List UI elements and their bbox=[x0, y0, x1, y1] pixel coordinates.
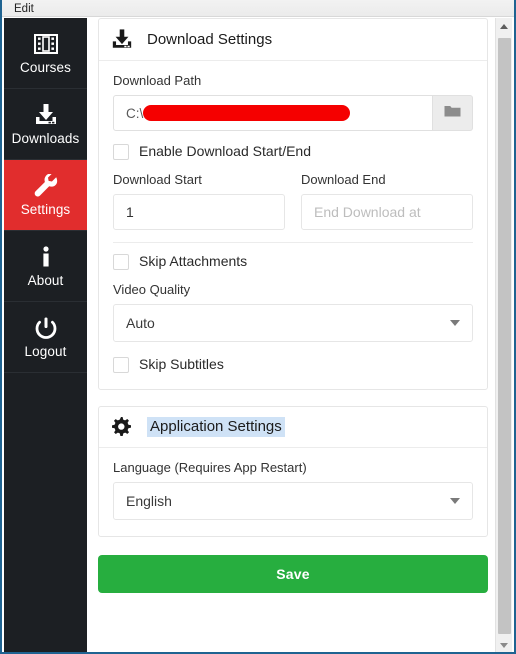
menu-item-edit[interactable]: Edit bbox=[10, 1, 38, 17]
browse-folder-button[interactable] bbox=[433, 95, 473, 131]
skip-attachments-checkbox[interactable] bbox=[113, 253, 129, 270]
chevron-down-icon bbox=[450, 320, 460, 326]
info-icon bbox=[39, 244, 53, 270]
download-start-label: Download Start bbox=[113, 172, 202, 187]
download-path-value: C:\ bbox=[126, 105, 144, 121]
video-quality-select[interactable]: Auto bbox=[113, 304, 473, 342]
chevron-down-icon bbox=[500, 643, 508, 648]
download-end-field: Download End End Download at bbox=[301, 172, 473, 230]
skip-attachments-checkbox-row[interactable]: Skip Attachments bbox=[113, 253, 473, 270]
sidebar-item-logout[interactable]: Logout bbox=[4, 302, 87, 373]
download-end-input[interactable]: End Download at bbox=[301, 194, 473, 230]
sidebar-item-about[interactable]: About bbox=[4, 231, 87, 302]
scrollbar-thumb[interactable] bbox=[498, 38, 511, 634]
settings-content-panel: Download Settings Download Path C:\ Enab… bbox=[87, 18, 499, 652]
vertical-scrollbar[interactable] bbox=[495, 18, 512, 652]
application-settings-body: Language (Requires App Restart) English bbox=[99, 448, 487, 536]
application-settings-card: Application Settings Language (Requires … bbox=[98, 406, 488, 537]
film-icon bbox=[33, 31, 58, 57]
save-button[interactable]: Save bbox=[98, 555, 488, 593]
download-end-label: Download End bbox=[301, 172, 386, 187]
download-path-row: C:\ bbox=[113, 95, 473, 131]
sidebar-item-label: Courses bbox=[20, 60, 71, 75]
download-icon bbox=[34, 102, 58, 128]
download-path-label: Download Path bbox=[113, 73, 202, 88]
download-settings-card: Download Settings Download Path C:\ Enab… bbox=[98, 18, 488, 390]
language-label: Language (Requires App Restart) bbox=[113, 460, 307, 475]
language-value: English bbox=[126, 493, 172, 509]
wrench-icon bbox=[33, 173, 59, 199]
sidebar-item-label: About bbox=[27, 273, 64, 288]
folder-icon bbox=[444, 104, 461, 123]
download-start-input[interactable]: 1 bbox=[113, 194, 285, 230]
sidebar-item-courses[interactable]: Courses bbox=[4, 18, 87, 89]
menu-bar: Edit bbox=[2, 0, 514, 17]
skip-attachments-label: Skip Attachments bbox=[139, 253, 248, 269]
skip-subtitles-label: Skip Subtitles bbox=[139, 356, 224, 372]
download-path-input[interactable]: C:\ bbox=[113, 95, 433, 131]
enable-download-range-checkbox[interactable] bbox=[113, 143, 129, 160]
redaction-bar bbox=[143, 105, 351, 121]
skip-subtitles-checkbox[interactable] bbox=[113, 356, 129, 373]
sidebar-item-settings[interactable]: Settings bbox=[4, 160, 87, 231]
language-select[interactable]: English bbox=[113, 482, 473, 520]
download-range-fields: Download Start 1 Download End End Downlo… bbox=[113, 172, 473, 230]
enable-download-range-checkbox-row[interactable]: Enable Download Start/End bbox=[113, 143, 473, 160]
sidebar-item-label: Settings bbox=[20, 202, 71, 217]
download-settings-header: Download Settings bbox=[99, 19, 487, 61]
download-start-field: Download Start 1 bbox=[113, 172, 285, 230]
card-title: Download Settings bbox=[147, 30, 273, 48]
application-window: Edit Courses Downloads Settings About Lo… bbox=[0, 0, 516, 654]
chevron-up-icon bbox=[500, 24, 508, 29]
download-icon bbox=[111, 29, 137, 50]
enable-download-range-label: Enable Download Start/End bbox=[139, 143, 311, 159]
scroll-down-button[interactable] bbox=[496, 637, 512, 652]
section-divider bbox=[113, 242, 473, 243]
gear-icon bbox=[111, 417, 137, 437]
sidebar-item-downloads[interactable]: Downloads bbox=[4, 89, 87, 160]
scroll-up-button[interactable] bbox=[496, 18, 512, 35]
card-title: Application Settings bbox=[147, 417, 285, 437]
video-quality-label: Video Quality bbox=[113, 282, 191, 297]
skip-subtitles-checkbox-row[interactable]: Skip Subtitles bbox=[113, 356, 473, 373]
chevron-down-icon bbox=[450, 498, 460, 504]
sidebar-navigation: Courses Downloads Settings About Logout bbox=[4, 18, 87, 652]
sidebar-item-label: Logout bbox=[24, 344, 67, 359]
video-quality-value: Auto bbox=[126, 315, 155, 331]
power-icon bbox=[35, 315, 57, 341]
download-settings-body: Download Path C:\ Enable Download Start/… bbox=[99, 61, 487, 389]
application-settings-header: Application Settings bbox=[99, 407, 487, 448]
sidebar-item-label: Downloads bbox=[11, 131, 80, 146]
